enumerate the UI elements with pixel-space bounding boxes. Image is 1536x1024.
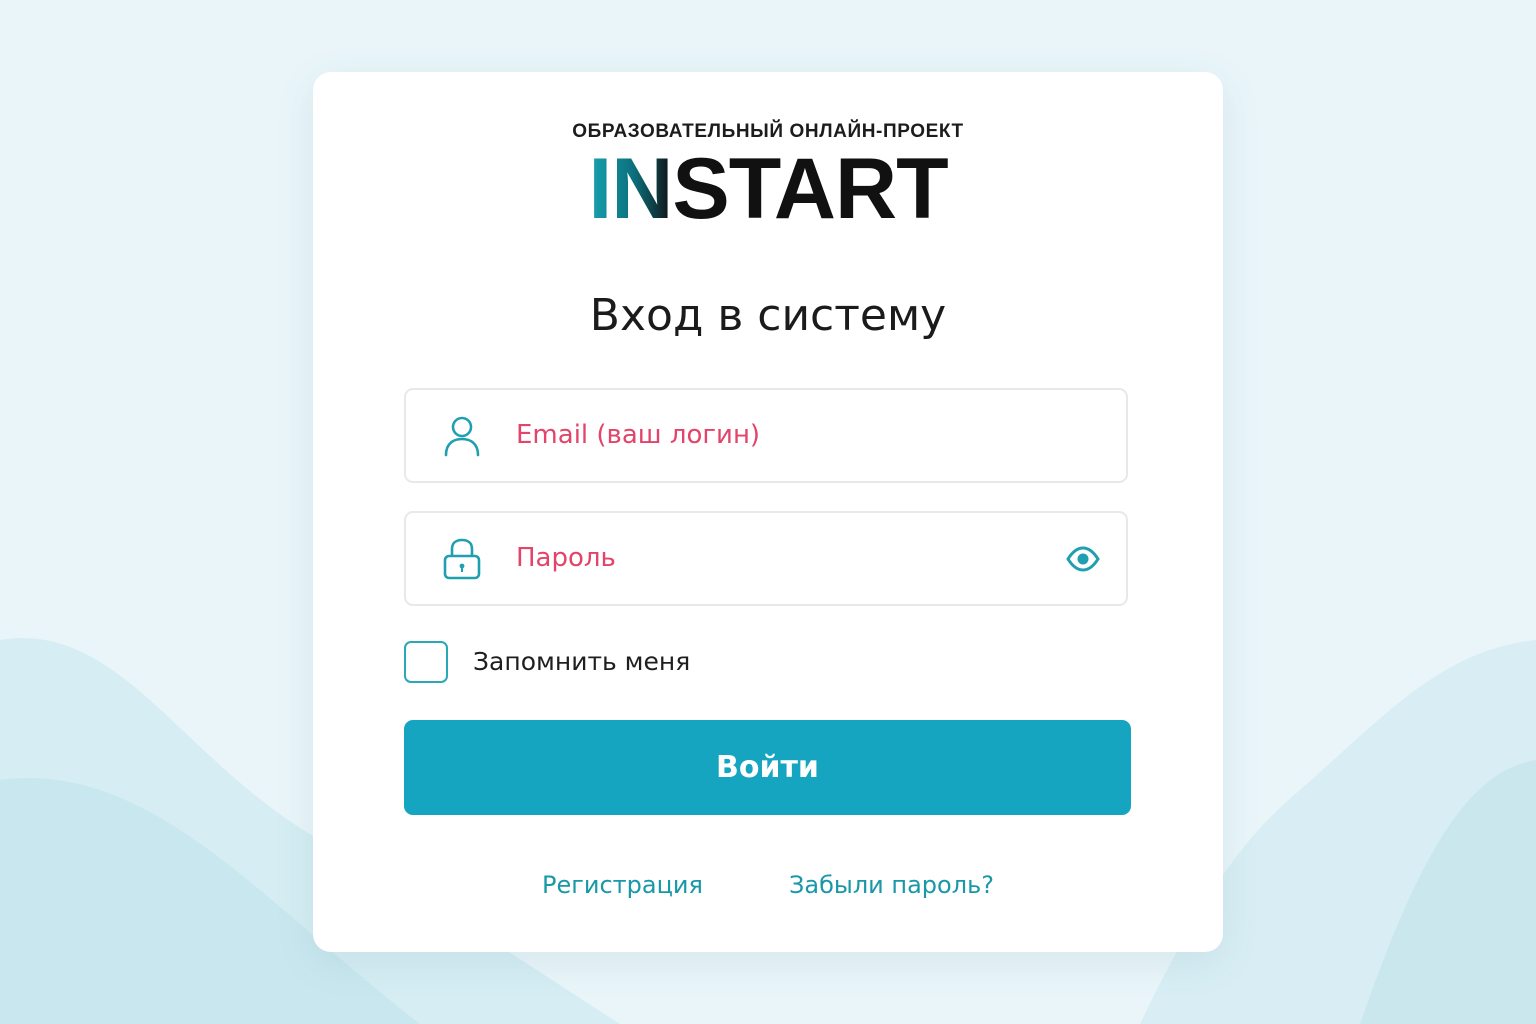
forgot-password-link[interactable]: Забыли пароль? (789, 867, 994, 903)
logo-subtitle: ОБРАЗОВАТЕЛЬНЫЙ ОНЛАЙН-ПРОЕКТ (572, 121, 964, 142)
login-card: ОБРАЗОВАТЕЛЬНЫЙ ОНЛАЙН-ПРОЕКТ INSTART Вх… (313, 72, 1223, 952)
logo-accent: IN (588, 141, 673, 237)
page-title: Вход в систему (589, 290, 947, 341)
logo-rest: START (672, 141, 948, 237)
user-icon (444, 416, 480, 457)
password-placeholder: Пароль (516, 543, 616, 573)
logo: INSTART (313, 146, 1223, 232)
login-button[interactable]: Войти (404, 720, 1131, 815)
register-link[interactable]: Регистрация (542, 867, 703, 903)
email-placeholder: Email (ваш логин) (516, 420, 761, 450)
password-field[interactable]: Пароль (404, 511, 1128, 606)
eye-icon[interactable] (1066, 546, 1100, 572)
lock-icon (443, 538, 481, 580)
email-field[interactable]: Email (ваш логин) (404, 388, 1128, 483)
remember-me-label[interactable]: Запомнить меня (473, 642, 690, 682)
remember-me-checkbox[interactable] (404, 641, 448, 683)
